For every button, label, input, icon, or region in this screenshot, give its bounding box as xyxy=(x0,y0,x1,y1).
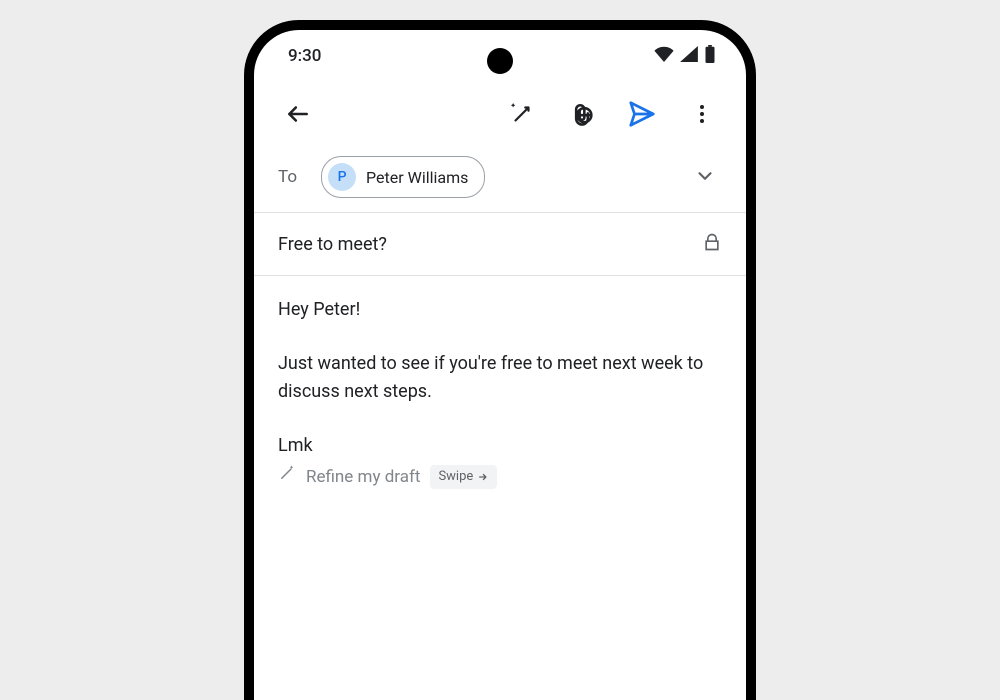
refine-draft-suggestion[interactable]: Refine my draft Swipe xyxy=(278,464,722,490)
status-icons xyxy=(654,45,716,68)
front-camera-cutout xyxy=(487,48,513,74)
subject-input[interactable]: Free to meet? xyxy=(278,234,690,255)
lock-icon xyxy=(702,231,722,257)
recipient-avatar: P xyxy=(328,163,356,191)
status-bar: 9:30 xyxy=(254,30,746,82)
wifi-icon xyxy=(654,46,674,67)
send-button[interactable] xyxy=(622,94,662,134)
magic-wand-icon xyxy=(278,464,296,490)
compose-app-bar xyxy=(254,82,746,146)
swipe-hint: Swipe xyxy=(430,465,497,489)
recipient-chip[interactable]: P Peter Williams xyxy=(321,156,485,198)
back-button[interactable] xyxy=(278,94,318,134)
cell-signal-icon xyxy=(680,46,698,67)
subject-row[interactable]: Free to meet? xyxy=(254,213,746,275)
overflow-menu-button[interactable] xyxy=(682,94,722,134)
to-field-row[interactable]: To P Peter Williams xyxy=(254,146,746,212)
battery-icon xyxy=(704,45,716,68)
arrow-right-icon xyxy=(477,472,489,482)
body-line[interactable]: Hey Peter! xyxy=(278,296,722,324)
to-label: To xyxy=(278,167,297,187)
attach-button[interactable] xyxy=(562,94,602,134)
swipe-label: Swipe xyxy=(438,467,473,487)
recipient-name: Peter Williams xyxy=(366,168,468,187)
phone-frame: 9:30 xyxy=(244,20,756,700)
refine-label: Refine my draft xyxy=(306,464,420,490)
expand-recipients-button[interactable] xyxy=(688,159,722,196)
body-line[interactable]: Lmk xyxy=(278,432,722,460)
status-time: 9:30 xyxy=(288,46,321,66)
magic-compose-button[interactable] xyxy=(502,94,542,134)
compose-body[interactable]: Hey Peter! Just wanted to see if you're … xyxy=(254,276,746,514)
body-line[interactable]: Just wanted to see if you're free to mee… xyxy=(278,350,722,406)
screen: 9:30 xyxy=(254,30,746,700)
